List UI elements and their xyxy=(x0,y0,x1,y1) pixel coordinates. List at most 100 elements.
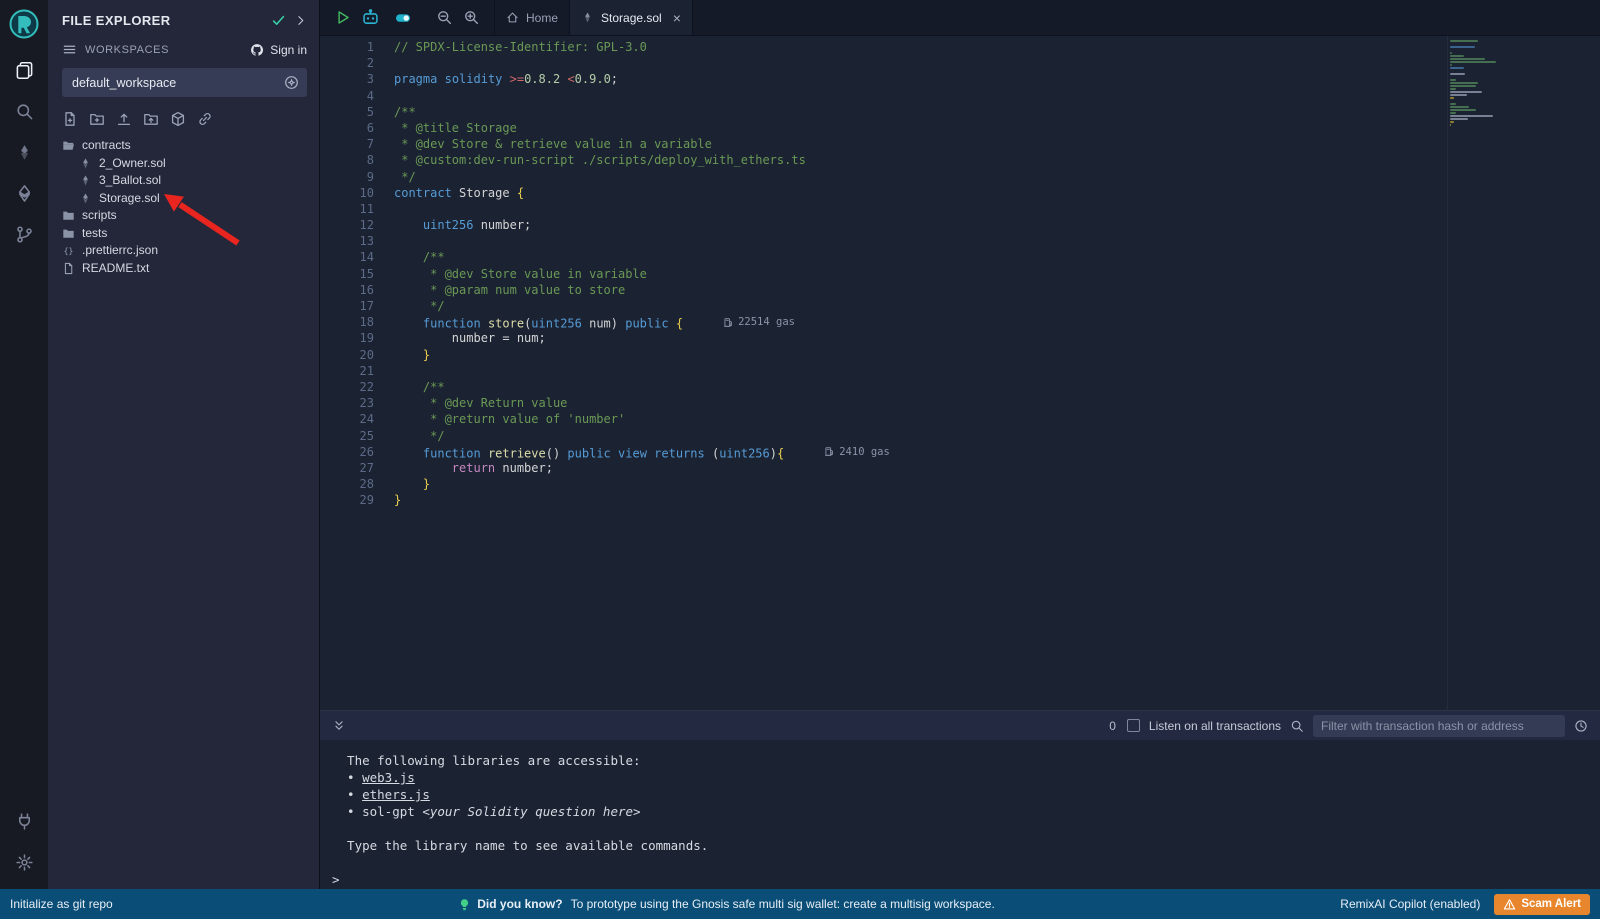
workspaces-row: WORKSPACES Sign in xyxy=(48,36,319,61)
new-file-button[interactable] xyxy=(62,111,78,127)
workspaces-menu-icon[interactable] xyxy=(62,42,77,57)
icon-bar-settings[interactable] xyxy=(0,842,48,883)
code-line: /** xyxy=(394,249,1600,265)
sign-in-button[interactable]: Sign in xyxy=(250,43,307,57)
workspace-select[interactable]: default_workspace xyxy=(62,68,307,97)
code-line: } xyxy=(394,476,1600,492)
transaction-filter-input[interactable] xyxy=(1313,715,1565,737)
line-number: 29 xyxy=(320,492,374,508)
tree-item-3_Ballot.sol[interactable]: 3_Ballot.sol xyxy=(48,172,319,190)
code-line xyxy=(394,88,1600,104)
code-line: * @param num value to store xyxy=(394,282,1600,298)
sign-in-label: Sign in xyxy=(270,43,307,57)
line-number: 18 xyxy=(320,314,374,330)
code-line: * @dev Return value xyxy=(394,395,1600,411)
line-number: 4 xyxy=(320,88,374,104)
terminal-collapse-icon[interactable] xyxy=(332,719,346,733)
code-line: } xyxy=(394,492,1600,508)
icon-bar-git[interactable] xyxy=(0,214,48,255)
close-tab-icon[interactable]: × xyxy=(673,11,681,25)
icon-bar-top xyxy=(0,50,48,255)
tab-strip: HomeStorage.sol× xyxy=(495,0,693,35)
zoom-in-button[interactable] xyxy=(463,9,480,26)
line-number: 27 xyxy=(320,460,374,476)
copilot-robot-icon xyxy=(361,8,380,27)
terminal-line: Type the library name to see available c… xyxy=(332,837,1600,854)
code-line: return number; xyxy=(394,460,1600,476)
terminal-line: > xyxy=(332,871,1600,888)
copilot-toggle-button[interactable] xyxy=(390,10,416,26)
copilot-robot-button[interactable] xyxy=(361,8,380,27)
copilot-status[interactable]: RemixAI Copilot (enabled) xyxy=(1340,897,1480,911)
line-number: 2 xyxy=(320,55,374,71)
upload-folder-button[interactable] xyxy=(143,111,159,127)
gas-icon xyxy=(824,446,835,457)
editor-controls xyxy=(320,0,495,35)
file-toolbar xyxy=(48,99,319,133)
code-line: */ xyxy=(394,298,1600,314)
sol-file-icon xyxy=(79,192,92,205)
link-button[interactable] xyxy=(197,111,213,127)
tree-item-label: contracts xyxy=(82,137,131,155)
terminal-link[interactable]: web3.js xyxy=(362,770,415,785)
line-number: 9 xyxy=(320,169,374,185)
line-number: 19 xyxy=(320,330,374,346)
tree-item-2_Owner.sol[interactable]: 2_Owner.sol xyxy=(48,155,319,173)
tree-item-scripts[interactable]: scripts xyxy=(48,207,319,225)
transaction-count-badge: 0 xyxy=(1109,719,1116,733)
tree-item-label: 2_Owner.sol xyxy=(99,155,166,173)
upload-file-button[interactable] xyxy=(116,111,132,127)
chevron-right-icon[interactable] xyxy=(294,14,307,27)
line-number: 28 xyxy=(320,476,374,492)
plugin-icon xyxy=(15,812,34,831)
tree-item-tests[interactable]: tests xyxy=(48,225,319,243)
status-bar: Initialize as git repo Did you know? To … xyxy=(0,889,1600,919)
line-number: 21 xyxy=(320,363,374,379)
line-number: 7 xyxy=(320,136,374,152)
workspace-name: default_workspace xyxy=(72,76,176,90)
icon-bar-search[interactable] xyxy=(0,91,48,132)
terminal-line xyxy=(332,820,1600,837)
icon-bar-bottom xyxy=(0,801,48,883)
tree-item-contracts[interactable]: contracts xyxy=(48,137,319,155)
listen-all-transactions-checkbox[interactable] xyxy=(1127,719,1140,732)
upload-folder-icon xyxy=(143,111,159,127)
tree-item-.prettierrc.json[interactable]: {}.prettierrc.json xyxy=(48,242,319,260)
folder-icon xyxy=(62,209,75,222)
icon-bar-plugin-manager[interactable] xyxy=(0,801,48,842)
icon-bar-solidity-compiler[interactable] xyxy=(0,132,48,173)
play-button[interactable] xyxy=(334,9,351,26)
terminal-output[interactable]: The following libraries are accessible: … xyxy=(320,740,1600,889)
tree-item-label: .prettierrc.json xyxy=(82,242,158,260)
tree-item-README.txt[interactable]: README.txt xyxy=(48,260,319,278)
terminal-link[interactable]: ethers.js xyxy=(362,787,430,802)
clock-icon[interactable] xyxy=(1574,719,1588,733)
line-number: 3 xyxy=(320,71,374,87)
tab-storage-sol[interactable]: Storage.sol× xyxy=(570,0,693,35)
file-icon xyxy=(62,262,75,275)
file-explorer-panel: FILE EXPLORER WORKSPACES Sign in default… xyxy=(48,0,320,889)
files-icon xyxy=(15,61,34,80)
line-number: 15 xyxy=(320,266,374,282)
line-number: 5 xyxy=(320,104,374,120)
gas-icon xyxy=(723,317,734,328)
remix-logo-icon[interactable] xyxy=(8,8,40,40)
new-folder-button[interactable] xyxy=(89,111,105,127)
icon-bar-deploy-run[interactable] xyxy=(0,173,48,214)
gutter: 1234567891011121314151617181920212223242… xyxy=(320,36,390,710)
minimap[interactable] xyxy=(1450,40,1528,127)
terminal-line xyxy=(332,854,1600,871)
tree-item-Storage.sol[interactable]: Storage.sol xyxy=(48,190,319,208)
zoom-out-button[interactable] xyxy=(436,9,453,26)
tab-home[interactable]: Home xyxy=(495,0,570,35)
git-init-button[interactable]: Initialize as git repo xyxy=(10,897,113,911)
scam-alert-button[interactable]: Scam Alert xyxy=(1494,894,1590,915)
code-editor[interactable]: 1234567891011121314151617181920212223242… xyxy=(320,36,1600,710)
folder-open-icon xyxy=(62,139,75,152)
tree-item-label: scripts xyxy=(82,207,117,225)
workspace-options-icon[interactable] xyxy=(284,75,299,90)
icon-bar-file-explorer[interactable] xyxy=(0,50,48,91)
tree-item-label: tests xyxy=(82,225,107,243)
file-tree: contracts2_Owner.sol3_Ballot.solStorage.… xyxy=(48,137,319,277)
cube-button[interactable] xyxy=(170,111,186,127)
